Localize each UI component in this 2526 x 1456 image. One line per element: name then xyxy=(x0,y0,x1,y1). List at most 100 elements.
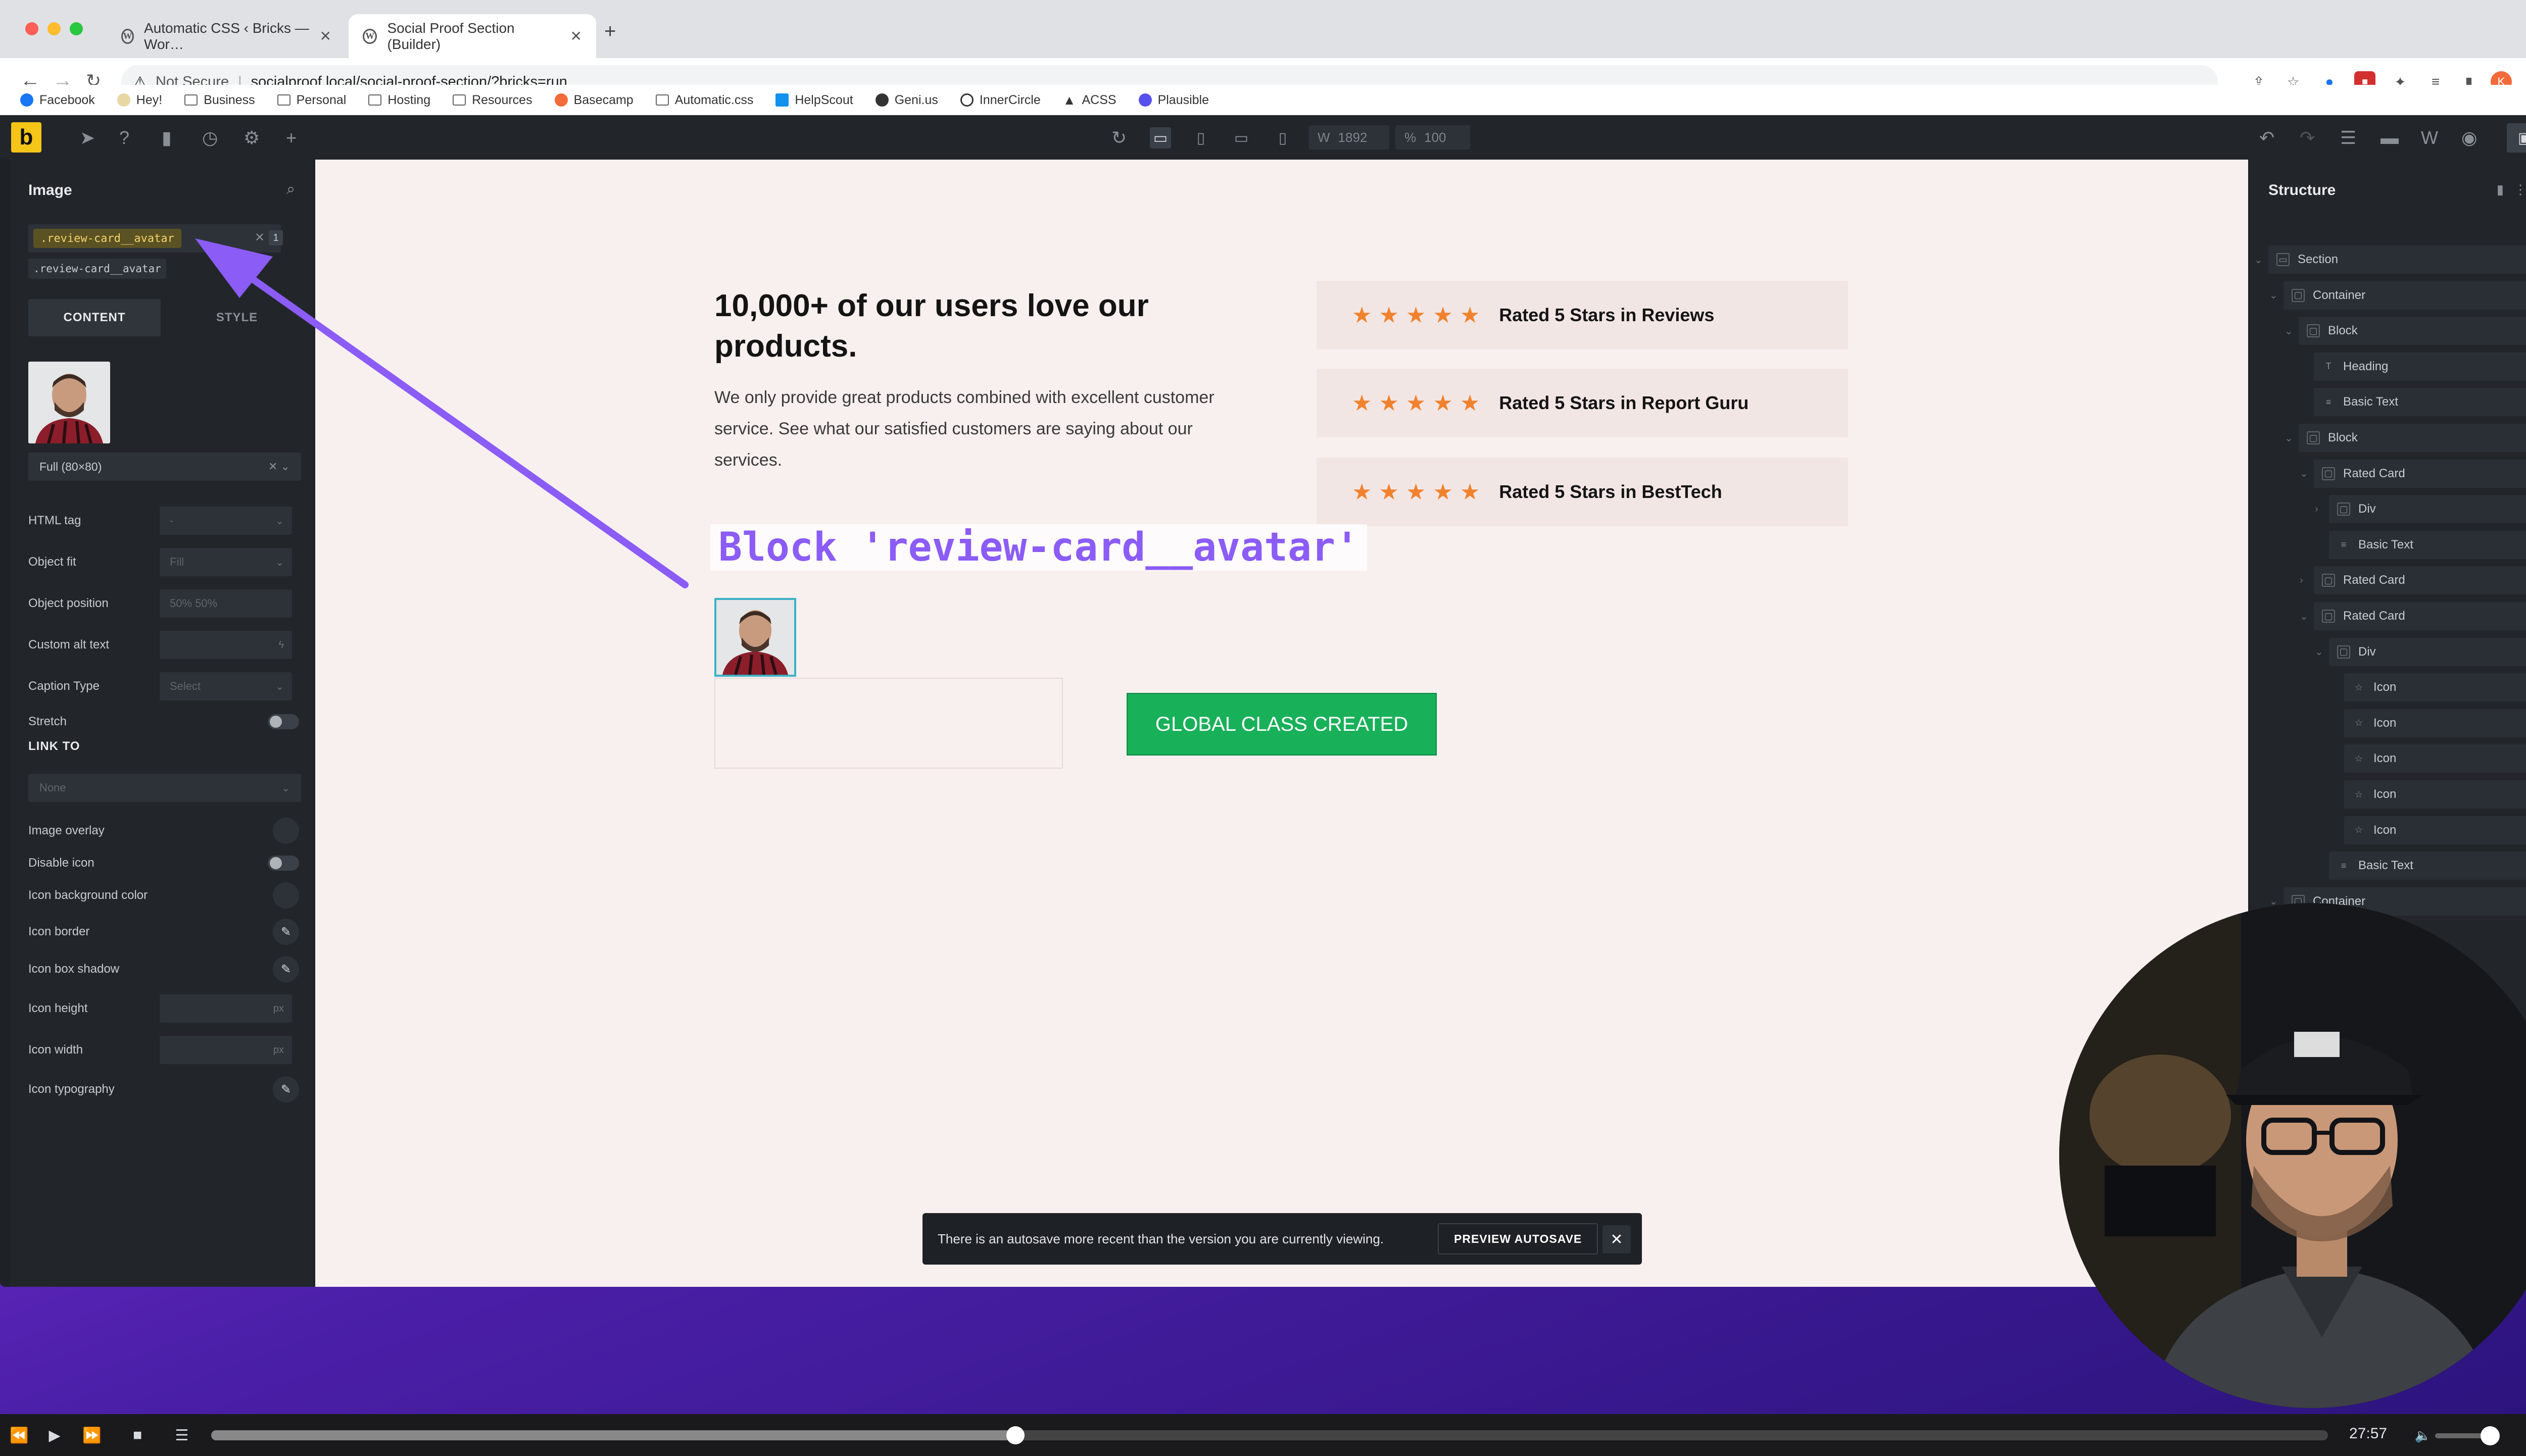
structure-node[interactable]: ⌄ ▢ Div xyxy=(2315,637,2526,666)
edit-pencil-icon[interactable]: ✎ xyxy=(273,919,299,945)
bookmark-geniUs[interactable]: Geni.us xyxy=(875,93,938,108)
remove-class-icon[interactable]: ✕ xyxy=(255,230,265,245)
section-body-text[interactable]: We only provide great products combined … xyxy=(714,382,1250,476)
bricks-logo[interactable]: b xyxy=(11,122,41,153)
structure-node[interactable]: ⌄ ▢ Rated Card xyxy=(2300,602,2526,630)
custom-alt-text-input[interactable]: ϟ xyxy=(160,631,292,659)
bookmark-hosting[interactable]: Hosting xyxy=(368,93,430,108)
rewind-icon[interactable]: ⏪ xyxy=(7,1424,31,1446)
help-icon[interactable]: ? xyxy=(119,127,129,148)
stretch-toggle[interactable] xyxy=(268,714,299,729)
expand-chevron-icon[interactable]: › xyxy=(2315,504,2318,515)
history-icon[interactable]: ◷ xyxy=(202,127,218,148)
cursor-icon[interactable]: ➤ xyxy=(80,127,95,148)
structure-node[interactable]: ⌄ ▢ Block xyxy=(2285,317,2526,345)
object-position-input[interactable]: 50% 50% xyxy=(160,589,292,618)
structure-node[interactable]: ☆ Icon xyxy=(2344,780,2526,809)
tab-content[interactable]: CONTENT xyxy=(28,299,161,336)
new-tab-button[interactable]: + xyxy=(604,20,616,43)
minimize-window-button[interactable] xyxy=(47,22,61,35)
volume-slider[interactable] xyxy=(2435,1426,2500,1445)
icon-background-color-picker[interactable] xyxy=(273,882,299,909)
add-icon[interactable]: + xyxy=(286,127,297,148)
bookmark-basecamp[interactable]: Basecamp xyxy=(554,93,634,108)
close-icon[interactable]: ✕ xyxy=(1602,1225,1631,1253)
page-icon[interactable]: ▮ xyxy=(162,127,172,148)
chapters-list-icon[interactable]: ☰ xyxy=(170,1424,194,1446)
structure-node[interactable]: ⌄ ▢ Container xyxy=(2269,281,2526,310)
structure-node[interactable]: ☆ Icon xyxy=(2344,744,2526,773)
caption-type-select[interactable]: Select ⌄ xyxy=(160,672,292,700)
close-tab-icon[interactable]: ✕ xyxy=(570,28,582,44)
structure-node[interactable]: ⌄ ▢ Block xyxy=(2285,424,2526,452)
bookmark-facebook[interactable]: Facebook xyxy=(20,93,95,108)
review-card-avatar[interactable] xyxy=(714,598,796,677)
search-icon[interactable]: ⌕ xyxy=(286,181,295,198)
bookmark-automaticcss[interactable]: Automatic.css xyxy=(655,93,753,108)
mobile-preview-icon[interactable]: ▯ xyxy=(1272,127,1293,148)
wordpress-admin-icon[interactable]: W xyxy=(2421,127,2438,148)
expand-chevron-icon[interactable]: ⌄ xyxy=(2254,254,2263,266)
bookmark-hey[interactable]: Hey! xyxy=(117,93,162,108)
structure-node[interactable]: ☆ Icon xyxy=(2344,709,2526,737)
structure-node[interactable]: ☆ Icon xyxy=(2344,673,2526,702)
bookmark-resources[interactable]: Resources xyxy=(453,93,532,108)
tab-automatic-css[interactable]: W Automatic CSS ‹ Bricks — Wor… ✕ xyxy=(107,14,346,58)
expand-chevron-icon[interactable]: ⌄ xyxy=(2300,467,2308,480)
disable-icon-toggle[interactable] xyxy=(268,856,299,871)
expand-chevron-icon[interactable]: ⌄ xyxy=(2315,645,2323,658)
image-size-select[interactable]: Full (80×80) ✕ ⌄ xyxy=(28,453,301,481)
structure-node[interactable]: ≡ Basic Text xyxy=(2314,388,2526,417)
edit-pencil-icon[interactable]: ✎ xyxy=(273,956,299,982)
expand-chevron-icon[interactable]: › xyxy=(2300,575,2303,586)
structure-node[interactable]: ≡ Basic Text xyxy=(2329,851,2526,880)
close-window-button[interactable] xyxy=(25,22,38,35)
redo-icon[interactable]: ↷ xyxy=(2300,127,2315,148)
fast-forward-icon[interactable]: ⏩ xyxy=(80,1424,104,1446)
save-button[interactable]: ▣ xyxy=(2507,123,2526,153)
css-class-input[interactable]: .review-card__avatar ✕ 1 xyxy=(28,224,283,253)
stop-icon[interactable]: ■ xyxy=(125,1424,150,1446)
image-overlay-color-picker[interactable] xyxy=(273,818,299,844)
zoom-window-button[interactable] xyxy=(70,22,83,35)
tab-style[interactable]: STYLE xyxy=(171,299,303,336)
edit-pencil-icon[interactable]: ✎ xyxy=(273,1076,299,1102)
rated-card[interactable]: ★ ★ ★ ★ ★ Rated 5 Stars in BestTech xyxy=(1317,458,1848,526)
bookmark-helpscout[interactable]: HelpScout xyxy=(775,93,853,108)
expand-chevron-icon[interactable]: ⌄ xyxy=(2300,610,2308,623)
bookmark-acss[interactable]: ▲ ACSS xyxy=(1063,92,1116,108)
close-tab-icon[interactable]: ✕ xyxy=(320,28,331,44)
settings-gear-icon[interactable]: ⚙ xyxy=(244,127,260,148)
structure-node[interactable]: ≡ Basic Text xyxy=(2329,530,2526,559)
class-suggestion[interactable]: .review-card__avatar xyxy=(28,259,166,279)
expand-chevron-icon[interactable]: ⌄ xyxy=(2269,289,2278,302)
play-icon[interactable]: ▶ xyxy=(42,1424,67,1446)
expand-chevron-icon[interactable]: ⌄ xyxy=(2285,325,2293,337)
refresh-icon[interactable]: ↻ xyxy=(1111,127,1127,148)
clear-chevron-icon[interactable]: ✕ ⌄ xyxy=(268,460,290,473)
folder-icon[interactable]: ▬ xyxy=(2381,127,2399,148)
more-icon[interactable]: ⋮ xyxy=(2514,182,2526,197)
expand-chevron-icon[interactable]: ⌄ xyxy=(2285,432,2293,444)
structure-node[interactable]: ☆ Icon xyxy=(2344,816,2526,844)
structure-list-icon[interactable]: ☰ xyxy=(2340,127,2356,148)
tablet-landscape-icon[interactable]: ▭ xyxy=(1231,127,1252,148)
bookmark-personal[interactable]: Personal xyxy=(277,93,346,108)
bookmark-plausible[interactable]: Plausible xyxy=(1138,93,1209,108)
progress-knob[interactable] xyxy=(1006,1426,1025,1444)
review-card-body-placeholder[interactable] xyxy=(714,678,1063,769)
bookmark-business[interactable]: Business xyxy=(184,93,255,108)
zoom-input[interactable]: % 100 xyxy=(1395,125,1470,149)
image-thumbnail[interactable] xyxy=(28,362,110,443)
icon-height-input[interactable]: px xyxy=(160,994,292,1023)
volume-icon[interactable]: 🔈 xyxy=(2411,1424,2435,1446)
link-to-select[interactable]: None ⌄ xyxy=(28,774,301,802)
structure-node[interactable]: › ▢ Rated Card xyxy=(2300,566,2526,595)
undo-icon[interactable]: ↶ xyxy=(2259,127,2274,148)
rated-card[interactable]: ★ ★ ★ ★ ★ Rated 5 Stars in Report Guru xyxy=(1317,369,1848,437)
structure-node[interactable]: T Heading xyxy=(2314,352,2526,381)
structure-node[interactable]: › ▢ Div xyxy=(2315,495,2526,524)
global-class-created-button[interactable]: GLOBAL CLASS CREATED xyxy=(1127,693,1437,756)
delete-icon[interactable]: ▮ xyxy=(2497,182,2514,197)
structure-node[interactable]: ⌄ ▭ Section xyxy=(2254,245,2526,274)
